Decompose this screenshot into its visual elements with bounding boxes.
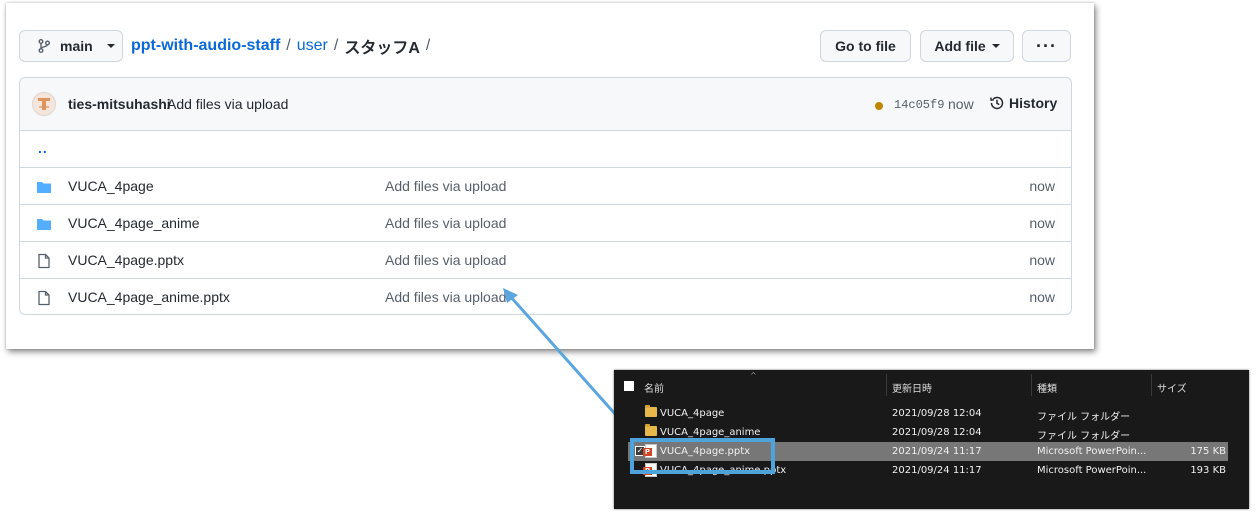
add-file-label: Add file: [934, 38, 986, 54]
branch-name: main: [60, 38, 93, 54]
file-row[interactable]: VUCA_4page_anime Add files via upload now: [20, 205, 1071, 242]
column-divider[interactable]: [1031, 374, 1032, 396]
commit-status-icon[interactable]: [875, 102, 883, 110]
explorer-file-type: ファイル フォルダー: [1037, 431, 1131, 442]
go-to-file-button[interactable]: Go to file: [820, 30, 911, 62]
explorer-row[interactable]: VUCA_4page_anime 2021/09/28 12:04 ファイル フォル…: [614, 423, 1249, 442]
history-link[interactable]: History: [989, 95, 1057, 111]
explorer-file-size: 193 KB: [1190, 465, 1226, 476]
column-divider[interactable]: [1151, 374, 1152, 396]
explorer-file-modified: 2021/09/28 12:04: [892, 427, 982, 438]
explorer-row[interactable]: VUCA_4page 2021/09/28 12:04 ファイル フォルダー: [614, 404, 1249, 423]
select-all-checkbox[interactable]: [624, 381, 634, 391]
screenshot-stage: main ppt-with-audio-staff / user / スタッフA…: [0, 0, 1257, 518]
explorer-file-modified: 2021/09/24 11:17: [892, 446, 982, 457]
history-label: History: [1009, 95, 1058, 111]
breadcrumb-separator: /: [333, 37, 339, 54]
file-name-link[interactable]: VUCA_4page_anime.pptx: [68, 289, 230, 305]
chevron-down-icon: [991, 44, 1000, 48]
commit-message-link[interactable]: Add files via upload: [167, 96, 288, 112]
explorer-file-name: VUCA_4page.pptx: [660, 446, 751, 457]
windows-explorer-window: ^ 名前 更新日時 種類 サイズ VUCA_4page 2021/09/28 12…: [614, 370, 1249, 509]
folder-icon: [37, 182, 51, 193]
breadcrumb-repo-link[interactable]: ppt-with-audio-staff: [131, 37, 280, 55]
explorer-row[interactable]: VUCA_4page_anime.pptx 2021/09/24 11:17 Mic…: [614, 461, 1249, 480]
explorer-file-type: Microsoft PowerPoin...: [1037, 465, 1147, 476]
column-modified[interactable]: 更新日時: [892, 380, 932, 395]
github-file-browser: main ppt-with-audio-staff / user / スタッフA…: [6, 3, 1094, 349]
breadcrumb-folder-link[interactable]: user: [297, 37, 328, 55]
explorer-file-type: Microsoft PowerPoin...: [1037, 446, 1147, 457]
file-age: now: [1029, 215, 1055, 231]
file-row[interactable]: VUCA_4page_anime.pptx Add files via uploa…: [20, 279, 1071, 314]
explorer-file-type: ファイル フォルダー: [1037, 412, 1131, 423]
latest-commit-bar: ties-mitsuhashi Add files via upload 14c…: [20, 78, 1071, 131]
repo-nav-bar: main ppt-with-audio-staff / user / スタッフA…: [19, 30, 1071, 64]
file-list-box: ties-mitsuhashi Add files via upload 14c…: [19, 77, 1072, 315]
chevron-down-icon: [106, 44, 115, 48]
column-name[interactable]: 名前: [644, 380, 664, 395]
file-commit-message-link[interactable]: Add files via upload: [385, 178, 506, 194]
explorer-file-modified: 2021/09/28 12:04: [892, 408, 982, 419]
file-age: now: [1029, 178, 1055, 194]
powerpoint-file-icon: [643, 444, 657, 458]
identicon-icon: [38, 98, 50, 110]
file-row[interactable]: VUCA_4page Add files via upload now: [20, 168, 1071, 205]
column-type[interactable]: 種類: [1037, 380, 1057, 395]
folder-icon: [37, 219, 51, 230]
file-commit-message-link[interactable]: Add files via upload: [385, 289, 506, 305]
file-age: now: [1029, 252, 1055, 268]
file-name-link[interactable]: VUCA_4page.pptx: [68, 252, 184, 268]
breadcrumb-separator: /: [425, 37, 431, 54]
explorer-file-size: 175 KB: [1190, 446, 1226, 457]
more-options-button[interactable]: ···: [1022, 30, 1071, 62]
parent-directory-row[interactable]: ..: [20, 131, 1071, 168]
explorer-row-selected[interactable]: ✓VUCA_4page.pptx2021/09/24 11:17Microsof…: [628, 442, 1228, 461]
powerpoint-file-icon: [643, 463, 657, 477]
history-clock-icon: [990, 96, 1004, 110]
breadcrumb-separator: /: [286, 37, 291, 54]
breadcrumb-current: スタッフA: [344, 40, 420, 57]
explorer-column-header: ^ 名前 更新日時 種類 サイズ: [614, 371, 1249, 400]
git-branch-icon: [38, 39, 50, 53]
commit-time: now: [948, 96, 974, 112]
commit-sha-link[interactable]: 14c05f9: [894, 98, 944, 112]
column-size[interactable]: サイズ: [1157, 380, 1187, 395]
explorer-file-name: VUCA_4page_anime: [660, 427, 761, 438]
column-divider[interactable]: [886, 374, 887, 396]
breadcrumb: ppt-with-audio-staff / user / スタッフA /: [131, 30, 430, 62]
commit-author-link[interactable]: ties-mitsuhashi: [68, 96, 171, 112]
add-file-button[interactable]: Add file: [920, 30, 1014, 62]
file-age: now: [1029, 289, 1055, 305]
file-icon: [38, 290, 50, 306]
folder-icon: [645, 405, 657, 417]
folder-icon: [645, 424, 657, 436]
parent-directory-link[interactable]: ..: [38, 140, 48, 156]
file-name-link[interactable]: VUCA_4page: [68, 178, 154, 194]
explorer-file-name: VUCA_4page_anime.pptx: [660, 465, 787, 476]
file-commit-message-link[interactable]: Add files via upload: [385, 215, 506, 231]
branch-select-button[interactable]: main: [19, 30, 123, 62]
explorer-file-name: VUCA_4page: [660, 408, 725, 419]
avatar[interactable]: [32, 92, 56, 116]
file-commit-message-link[interactable]: Add files via upload: [385, 252, 506, 268]
explorer-file-modified: 2021/09/24 11:17: [892, 465, 982, 476]
file-row[interactable]: VUCA_4page.pptx Add files via upload now: [20, 242, 1071, 279]
sort-ascending-icon: ^: [750, 371, 757, 380]
file-icon: [38, 253, 50, 269]
file-name-link[interactable]: VUCA_4page_anime: [68, 215, 200, 231]
